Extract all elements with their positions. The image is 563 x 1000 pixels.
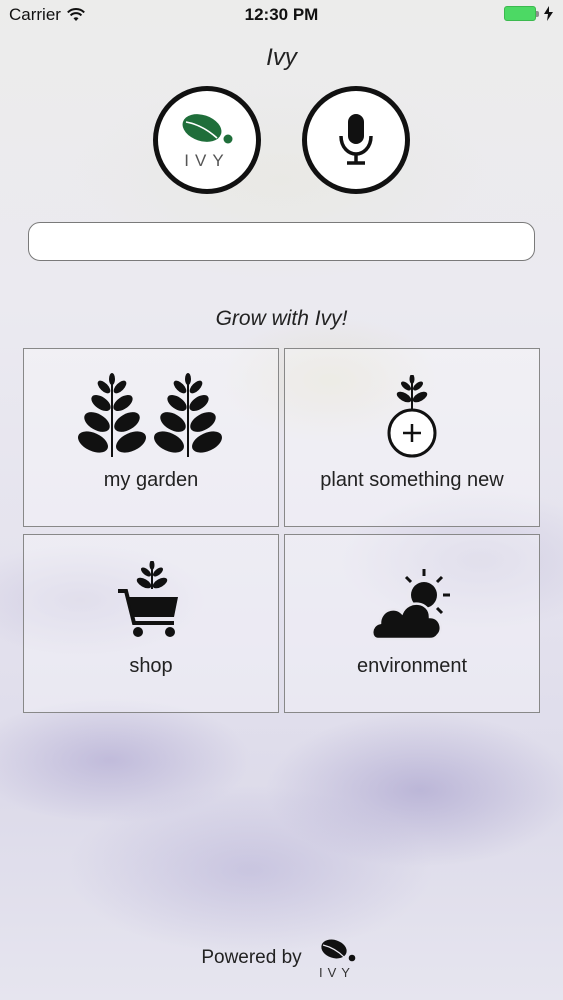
charging-bolt-icon — [544, 6, 553, 21]
ivy-leaf-logo-icon: IVY — [182, 114, 233, 170]
status-time: 12:30 PM — [244, 5, 319, 24]
footer: Powered by IVY — [0, 935, 563, 981]
ivy-logo-button[interactable]: IVY — [153, 86, 261, 194]
environment-icon-wrap — [285, 567, 539, 643]
shop-label: shop — [129, 655, 173, 677]
my-garden-tile[interactable]: my garden — [23, 348, 279, 527]
shop-tile[interactable]: shop — [23, 534, 279, 713]
footer-logo-text: IVY — [319, 965, 355, 980]
battery-info — [504, 6, 553, 21]
my-garden-label: my garden — [103, 469, 199, 491]
shop-icon-wrap — [24, 561, 278, 641]
environment-tile[interactable]: environment — [284, 534, 540, 713]
plant-add-icon-wrap — [285, 375, 539, 461]
tagline: Grow with Ivy! — [215, 307, 348, 330]
battery-icon — [504, 6, 539, 21]
status-bar: Carrier 12:30 PM — [0, 0, 563, 30]
environment-label: environment — [356, 655, 468, 677]
powered-by-label: Powered by — [201, 947, 302, 968]
ivy-footer-logo-icon: IVY — [319, 939, 355, 980]
app-title: Ivy — [266, 44, 297, 71]
microphone-button[interactable] — [302, 86, 410, 194]
two-plants-icon-wrap — [24, 373, 278, 459]
plant-something-new-tile[interactable]: plant something new — [284, 348, 540, 527]
search-input[interactable] — [28, 222, 535, 261]
plant-add-icon — [387, 375, 437, 458]
shopping-cart-plant-icon — [118, 561, 178, 637]
microphone-icon — [339, 114, 373, 165]
logo-text: IVY — [184, 151, 229, 170]
sun-behind-cloud-icon — [371, 569, 450, 641]
two-plants-icon — [78, 373, 222, 457]
plant-something-new-label: plant something new — [320, 469, 504, 491]
